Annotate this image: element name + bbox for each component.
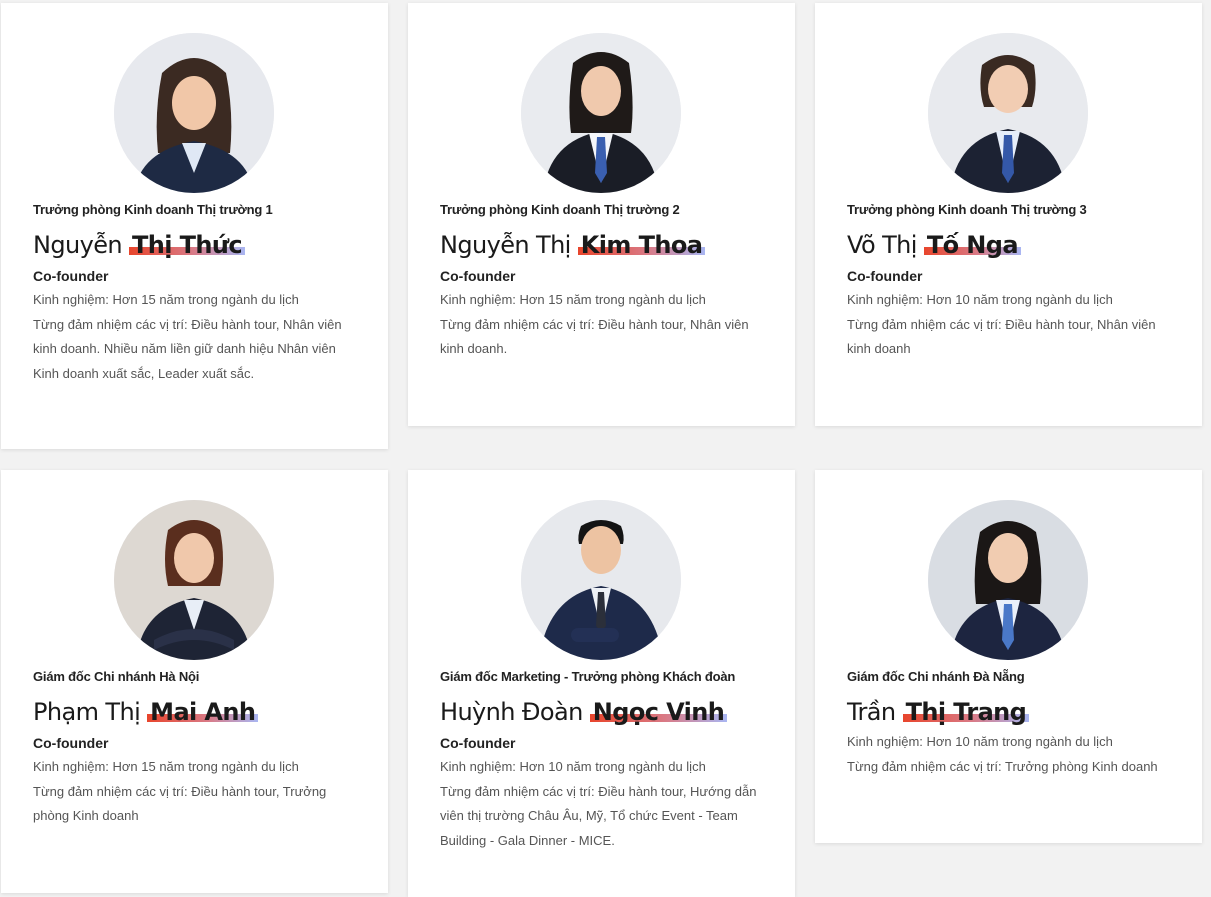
member-description: Kinh nghiệm: Hơn 15 năm trong ngành du l… [33, 759, 327, 823]
avatar [114, 33, 274, 193]
avatar [928, 33, 1088, 193]
member-name-highlight: Thị Trang [902, 698, 1030, 726]
member-name: Nguyễn Thị Kim Thoa [440, 229, 706, 261]
member-role: Trưởng phòng Kinh doanh Thị trường 2 [440, 202, 680, 217]
member-name-highlight: Tố Nga [923, 231, 1021, 259]
member-title: Co-founder [33, 268, 109, 284]
member-name: Võ Thị Tố Nga [847, 229, 1021, 261]
member-role: Giám đốc Marketing - Trưởng phòng Khách … [440, 669, 736, 684]
team-card: Trưởng phòng Kinh doanh Thị trường 1 Ngu… [1, 3, 388, 449]
member-role: Giám đốc Chi nhánh Hà Nội [33, 669, 200, 684]
member-description: Kinh nghiệm: Hơn 15 năm trong ngành du l… [33, 292, 342, 381]
member-description: Kinh nghiệm: Hơn 15 năm trong ngành du l… [440, 292, 749, 356]
member-name: Phạm Thị Mai Anh [33, 696, 259, 728]
member-title: Co-founder [440, 268, 516, 284]
member-name: Huỳnh Đoàn Ngọc Vinh [440, 696, 728, 728]
member-role: Trưởng phòng Kinh doanh Thị trường 3 [847, 202, 1087, 217]
member-title: Co-founder [33, 735, 109, 751]
member-description: Kinh nghiệm: Hơn 10 năm trong ngành du l… [440, 759, 757, 848]
member-name-highlight: Thị Thức [129, 231, 246, 259]
portrait-image [521, 500, 681, 660]
member-description: Kinh nghiệm: Hơn 10 năm trong ngành du l… [847, 292, 1156, 356]
member-name-highlight: Kim Thoa [577, 231, 706, 259]
member-name: Nguyễn Thị Thức [33, 229, 246, 261]
member-title: Co-founder [440, 735, 516, 751]
portrait-image [114, 500, 274, 660]
portrait-image [928, 33, 1088, 193]
member-name: Trần Thị Trang [847, 696, 1030, 728]
team-card: Giám đốc Marketing - Trưởng phòng Khách … [408, 470, 795, 897]
team-card: Trưởng phòng Kinh doanh Thị trường 3 Võ … [815, 3, 1202, 426]
portrait-image [114, 33, 274, 193]
member-role: Giám đốc Chi nhánh Đà Nẵng [847, 669, 1025, 684]
member-role: Trưởng phòng Kinh doanh Thị trường 1 [33, 202, 273, 217]
member-description: Kinh nghiệm: Hơn 10 năm trong ngành du l… [847, 734, 1158, 774]
portrait-image [928, 500, 1088, 660]
team-card: Giám đốc Chi nhánh Đà Nẵng Trần Thị Tran… [815, 470, 1202, 843]
member-title: Co-founder [847, 268, 923, 284]
avatar [521, 500, 681, 660]
avatar [521, 33, 681, 193]
member-name-highlight: Mai Anh [147, 698, 259, 726]
avatar [928, 500, 1088, 660]
team-card: Giám đốc Chi nhánh Hà Nội Phạm Thị Mai A… [1, 470, 388, 893]
team-card: Trưởng phòng Kinh doanh Thị trường 2 Ngu… [408, 3, 795, 426]
member-name-highlight: Ngọc Vinh [589, 698, 728, 726]
portrait-image [521, 33, 681, 193]
avatar [114, 500, 274, 660]
